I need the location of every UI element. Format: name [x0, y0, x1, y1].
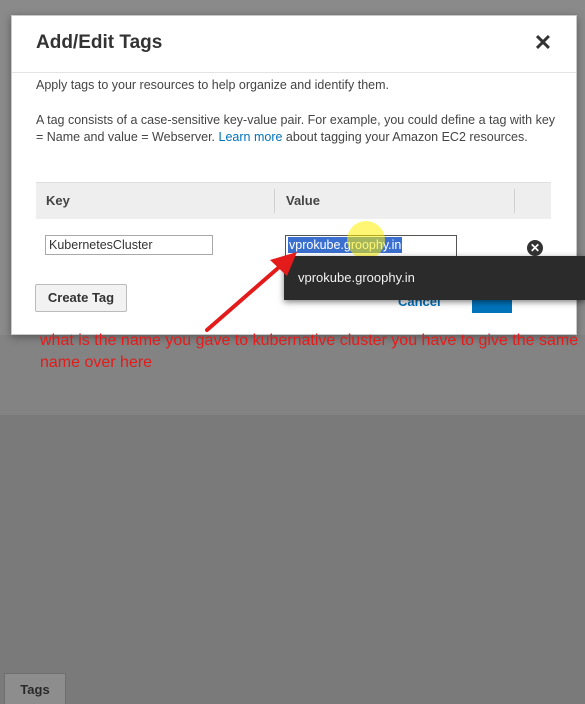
cursor-highlight	[347, 221, 385, 259]
tags-table-header: Key Value	[36, 182, 551, 219]
dialog-title: Add/Edit Tags	[36, 32, 163, 53]
column-divider	[514, 189, 515, 213]
close-icon[interactable]: ✕	[532, 30, 554, 56]
column-divider	[274, 189, 275, 213]
tag-key-input[interactable]: KubernetesCluster	[45, 235, 213, 255]
dialog-header: Add/Edit Tags ✕	[12, 16, 576, 73]
tab-tags[interactable]: Tags	[4, 673, 66, 704]
create-tag-button[interactable]: Create Tag	[35, 284, 127, 312]
learn-more-link[interactable]: Learn more	[219, 130, 283, 144]
value-column-header: Value	[286, 193, 320, 208]
key-column-header: Key	[46, 193, 70, 208]
dialog-intro-text: Apply tags to your resources to help org…	[36, 78, 389, 92]
selected-value-text: vprokube.groophy.in	[288, 237, 403, 253]
description-text-end: about tagging your Amazon EC2 resources.	[282, 130, 528, 144]
autocomplete-dropdown: vprokube.groophy.in	[284, 256, 585, 300]
annotation-text: what is the name you gave to kubernative…	[40, 332, 579, 371]
remove-circle-icon[interactable]: ✕	[527, 240, 543, 256]
dialog-description: A tag consists of a case-sensitive key-v…	[36, 112, 556, 146]
autocomplete-suggestion[interactable]: vprokube.groophy.in	[298, 270, 415, 285]
